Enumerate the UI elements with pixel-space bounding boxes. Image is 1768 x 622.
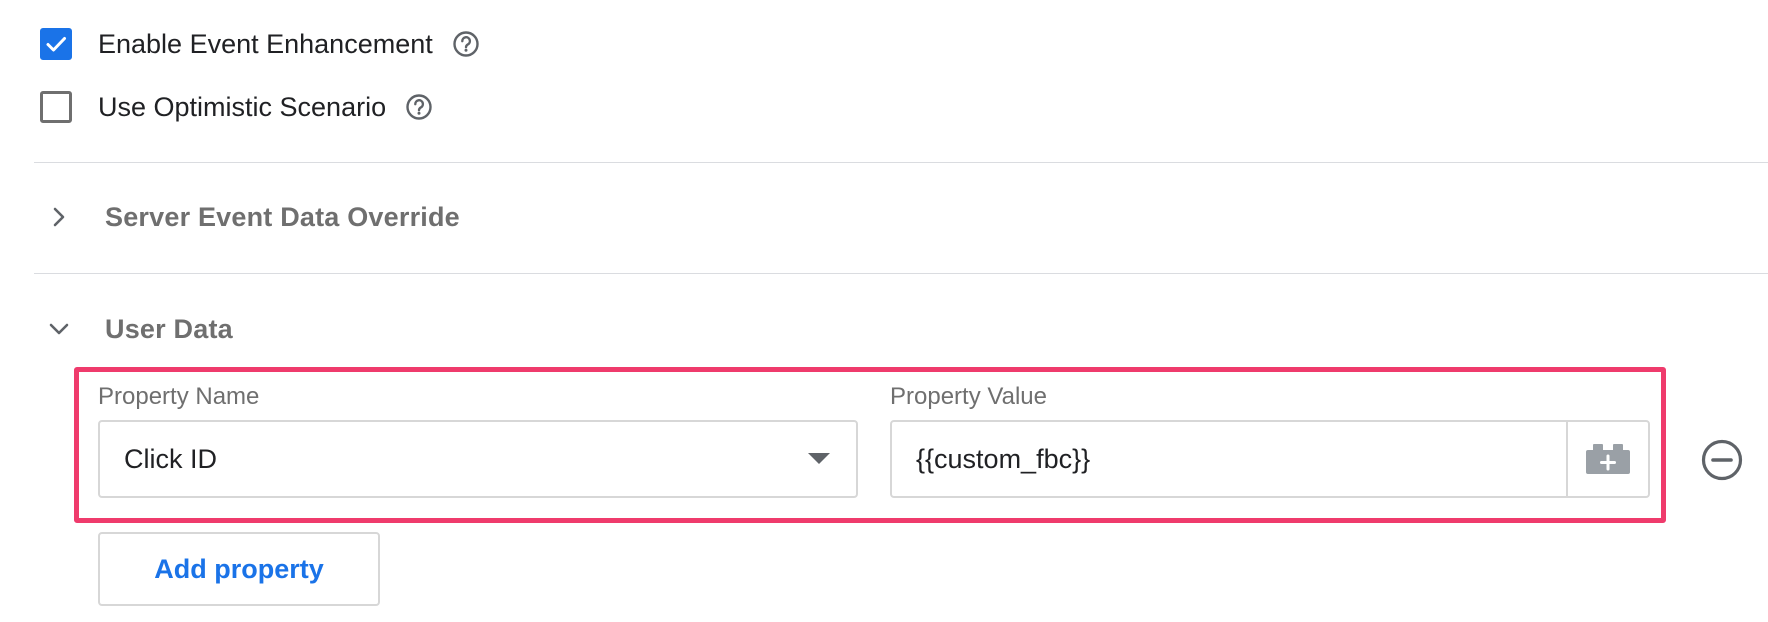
property-name-value: Click ID [124,443,217,474]
property-value-label: Property Value [890,383,1047,410]
help-icon[interactable] [451,29,481,59]
section-divider [34,162,1768,163]
section-divider [34,273,1768,274]
use-optimistic-scenario-label: Use Optimistic Scenario [98,91,387,122]
use-optimistic-scenario-row: Use Optimistic Scenario [40,89,434,125]
property-name-label: Property Name [98,383,260,410]
section-user-data[interactable]: User Data [44,309,233,349]
chevron-right-icon [44,202,74,232]
dropdown-arrow-icon [808,453,830,464]
variable-brick-icon [1586,444,1630,474]
chevron-down-icon [44,314,74,344]
use-optimistic-scenario-checkbox[interactable] [40,91,72,123]
property-name-select[interactable]: Click ID [98,420,858,498]
section-server-event-data-override[interactable]: Server Event Data Override [44,197,460,237]
remove-circle-icon [1701,439,1743,481]
section-title: Server Event Data Override [105,201,460,232]
property-value-input[interactable]: {{custom_fbc}} [890,420,1650,498]
property-value-text: {{custom_fbc}} [916,443,1091,474]
section-title: User Data [105,313,233,344]
checkmark-icon [46,37,66,52]
variable-picker-button[interactable] [1566,422,1648,496]
remove-property-button[interactable] [1700,438,1744,482]
enable-event-enhancement-row: Enable Event Enhancement [40,26,481,62]
help-icon[interactable] [404,92,434,122]
enable-event-enhancement-checkbox[interactable] [40,28,72,60]
add-property-button[interactable]: Add property [98,532,380,606]
enable-event-enhancement-label: Enable Event Enhancement [98,28,433,59]
